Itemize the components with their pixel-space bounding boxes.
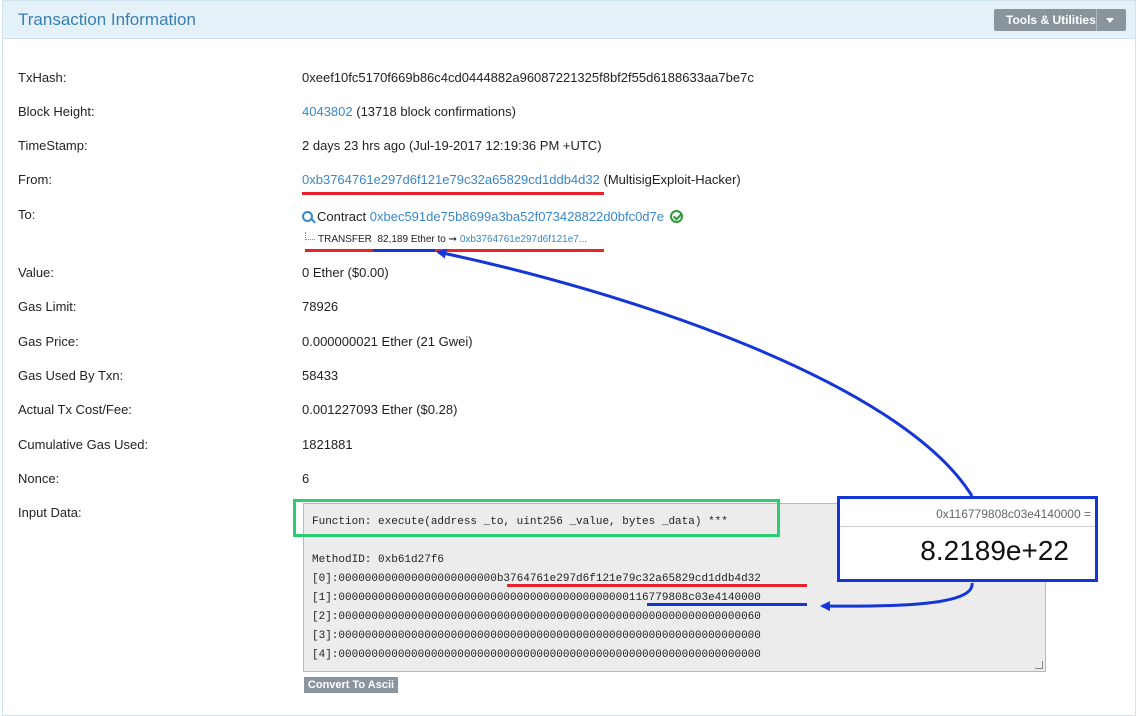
gas-price-label: Gas Price:: [18, 334, 79, 349]
nonce-label: Nonce:: [18, 471, 60, 486]
tools-button-divider: [1096, 9, 1097, 31]
from-address-link[interactable]: 0xb3764761e297d6f121e79c32a65829cd1ddb4d…: [302, 172, 600, 187]
resize-handle-icon[interactable]: [1035, 661, 1043, 669]
panel-title: Transaction Information: [18, 10, 196, 29]
transfer-amount: 82,189 Ether: [377, 234, 435, 245]
tools-utilities-label: Tools & Utilities: [1006, 13, 1096, 27]
from-address-tag: (MultisigExploit-Hacker): [603, 172, 741, 187]
caret-down-icon[interactable]: [1106, 18, 1114, 23]
tx-cost-value: 0.001227093 Ether ($0.28): [302, 402, 458, 417]
transfer-red-underline-left: [305, 249, 373, 252]
transfer-to-word: to: [437, 234, 446, 245]
block-confirmations: (13718 block confirmations): [356, 104, 516, 119]
contract-search-icon[interactable]: [302, 211, 313, 222]
param1-blue-underline: [647, 603, 807, 606]
cumulative-gas-value: 1821881: [302, 437, 353, 452]
calc-result: 8.2189e+22: [920, 535, 1069, 566]
from-label: From:: [18, 172, 52, 187]
input-data-label: Input Data:: [18, 505, 82, 520]
block-height-link[interactable]: 4043802: [302, 104, 353, 119]
tree-connector-icon: [305, 232, 315, 240]
value-value: 0 Ether ($0.00): [302, 265, 389, 280]
txhash-label: TxHash:: [18, 70, 67, 85]
to-label: To:: [18, 207, 36, 222]
transfer-address-link[interactable]: 0xb3764761e297d6f121e7...: [460, 234, 587, 245]
tools-utilities-button[interactable]: Tools & Utilities: [994, 9, 1126, 31]
cumulative-gas-label: Cumulative Gas Used:: [18, 437, 149, 452]
function-green-highlight: [293, 499, 780, 537]
to-contract: Contract 0xbec591de75b8699a3ba52f0734288…: [302, 209, 683, 224]
transfer-label: TRANSFER: [318, 234, 372, 245]
param0-red-underline: [507, 584, 807, 587]
gas-used-value: 58433: [302, 368, 339, 383]
verified-check-icon: [670, 210, 683, 223]
gas-used-label: Gas Used By Txn:: [18, 368, 124, 383]
contract-prefix: Contract: [317, 209, 367, 224]
block-height-label: Block Height:: [18, 104, 95, 119]
txhash-value: 0xeef10fc5170f669b86c4cd0444882a96087221…: [302, 70, 754, 85]
transfer-red-underline-right: [435, 249, 604, 252]
value-label: Value:: [18, 265, 54, 280]
timestamp-value: 2 days 23 hrs ago (Jul-19-2017 12:19:36 …: [302, 138, 602, 153]
gas-limit-value: 78926: [302, 299, 339, 314]
calc-divider: [840, 526, 1095, 527]
internal-transfer-line: TRANSFER 82,189 Ether to ➞ 0xb3764761e29…: [305, 232, 587, 245]
from-address-red-underline: [302, 192, 604, 195]
gas-limit-label: Gas Limit:: [18, 299, 77, 314]
hex-conversion-callout: 0x116779808c03e4140000 = 8.2189e+22: [837, 496, 1098, 582]
timestamp-label: TimeStamp:: [18, 138, 88, 153]
transfer-arrow-icon: ➞: [448, 234, 458, 245]
nonce-value: 6: [302, 471, 310, 486]
convert-to-ascii-button[interactable]: Convert To Ascii: [304, 677, 398, 693]
calc-expression: 0x116779808c03e4140000 =: [936, 507, 1091, 521]
transfer-amount-blue-underline: [373, 249, 435, 252]
gas-price-value: 0.000000021 Ether (21 Gwei): [302, 334, 473, 349]
param-3: [3]:000000000000000000000000000000000000…: [312, 630, 761, 642]
tx-cost-label: Actual Tx Cost/Fee:: [18, 402, 132, 417]
param-2: [2]:000000000000000000000000000000000000…: [312, 611, 761, 623]
to-contract-address-link[interactable]: 0xbec591de75b8699a3ba52f073428822d0bfc0d…: [370, 209, 664, 224]
param-4: [4]:000000000000000000000000000000000000…: [312, 649, 761, 661]
method-id: MethodID: 0xb61d27f6: [312, 554, 445, 566]
panel-header: Transaction Information Tools & Utilitie…: [3, 1, 1135, 39]
